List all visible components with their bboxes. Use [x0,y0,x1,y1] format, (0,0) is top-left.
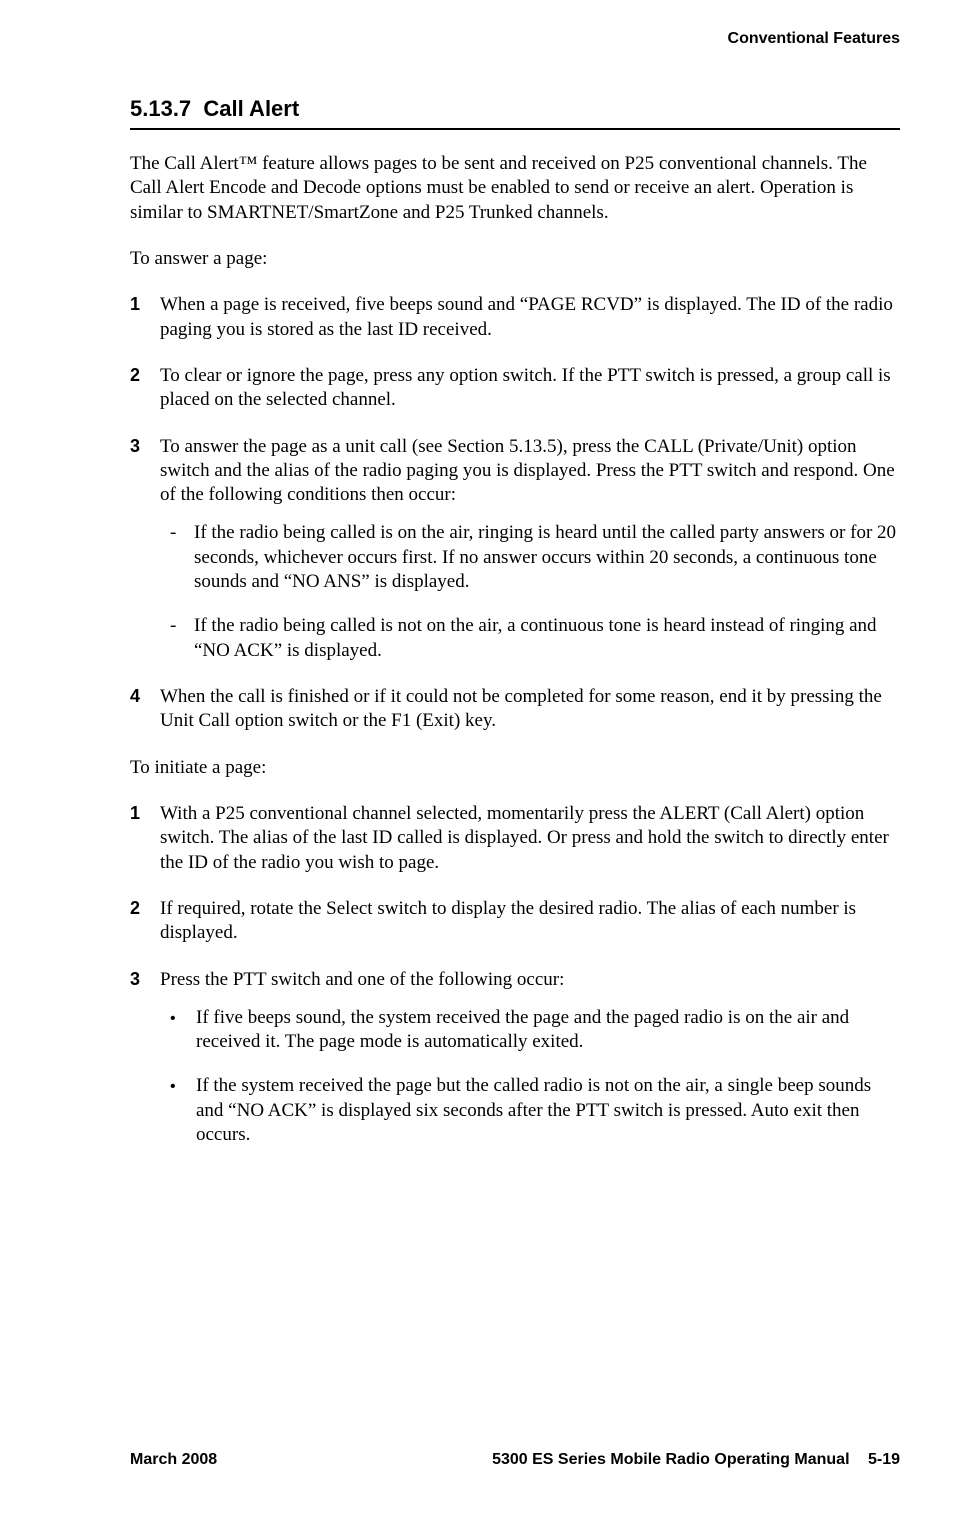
answer-steps: 1 When a page is received, five beeps so… [130,293,900,755]
footer-date: March 2008 [130,1451,217,1469]
sub-text: If the radio being called is on the air,… [194,521,900,594]
step-text-inner: Press the PTT switch and one of the foll… [160,969,564,990]
list-item: - If the radio being called is not on th… [160,614,900,663]
section-number: 5.13.7 [130,96,191,121]
step-number: 2 [130,897,160,946]
list-item: - If the radio being called is on the ai… [160,521,900,594]
answer-lead: To answer a page: [130,247,900,271]
step-text: If required, rotate the Select switch to… [160,897,900,946]
dash-sublist: - If the radio being called is on the ai… [160,521,900,663]
list-item: 2 To clear or ignore the page, press any… [130,364,900,413]
list-item: 2 If required, rotate the Select switch … [130,897,900,946]
step-number: 1 [130,802,160,875]
bullet-icon: • [160,1074,196,1147]
page-footer: March 2008 5300 ES Series Mobile Radio O… [130,1431,900,1469]
list-item: 1 With a P25 conventional channel select… [130,802,900,875]
step-number: 3 [130,968,160,1148]
step-text: Press the PTT switch and one of the foll… [160,968,900,1148]
dash-icon: - [160,521,194,594]
step-number: 2 [130,364,160,413]
step-number: 4 [130,685,160,734]
step-text: When the call is finished or if it could… [160,685,900,734]
running-header: Conventional Features [130,30,900,48]
list-item: 3 Press the PTT switch and one of the fo… [130,968,900,1148]
step-text: To answer the page as a unit call (see S… [160,435,900,664]
step-text-inner: To answer the page as a unit call (see S… [160,436,895,506]
list-item: 4 When the call is finished or if it cou… [130,685,900,734]
footer-manual-title: 5300 ES Series Mobile Radio Operating Ma… [492,1451,849,1468]
section-intro: The Call Alert™ feature allows pages to … [130,152,900,225]
step-text: With a P25 conventional channel selected… [160,802,900,875]
footer-page-number: 5-19 [868,1451,900,1468]
section-title: Call Alert [203,96,299,121]
step-number: 3 [130,435,160,664]
list-item: 3 To answer the page as a unit call (see… [130,435,900,664]
dash-icon: - [160,614,194,663]
list-item: • If the system received the page but th… [160,1074,900,1147]
section-heading: 5.13.7 Call Alert [130,96,900,122]
section-rule [130,128,900,130]
bullet-sublist: • If five beeps sound, the system receiv… [160,1006,900,1148]
initiate-steps: 1 With a P25 conventional channel select… [130,802,900,1169]
step-text: When a page is received, five beeps soun… [160,293,900,342]
sub-text: If five beeps sound, the system received… [196,1006,900,1055]
list-item: 1 When a page is received, five beeps so… [130,293,900,342]
initiate-lead: To initiate a page: [130,756,900,780]
list-item: • If five beeps sound, the system receiv… [160,1006,900,1055]
bullet-icon: • [160,1006,196,1055]
sub-text: If the system received the page but the … [196,1074,900,1147]
step-text: To clear or ignore the page, press any o… [160,364,900,413]
step-number: 1 [130,293,160,342]
sub-text: If the radio being called is not on the … [194,614,900,663]
